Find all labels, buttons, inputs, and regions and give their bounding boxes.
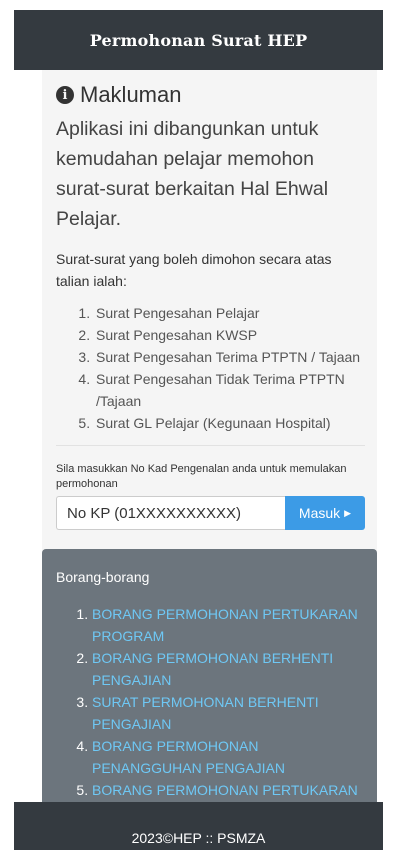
letter-item: Surat Pengesahan Tidak Terima PTPTN /Taj… [94, 368, 365, 412]
caret-right-icon: ▶ [344, 507, 352, 518]
form-link[interactable]: BORANG PERMOHONAN PERTUKARAN PROGRAM [92, 606, 358, 644]
letter-item: Surat Pengesahan Pelajar [94, 302, 365, 324]
masuk-button-label: Masuk [298, 505, 341, 521]
notice-heading-text: Makluman [80, 82, 182, 107]
info-circle-icon: i [56, 86, 74, 104]
letter-item: Surat Pengesahan Terima PTPTN / Tajaan [94, 346, 365, 368]
notice-lead: Aplikasi ini dibangunkan untuk kemudahan… [56, 118, 329, 230]
form-link[interactable]: BORANG PERMOHONAN PERTUKARAN [92, 782, 358, 798]
form-link[interactable]: BORANG PERMOHONAN PENANGGUHAN PENGAJIAN [92, 738, 285, 776]
form-link[interactable]: SURAT PERMOHONAN BERHENTI PENGAJIAN [92, 694, 319, 732]
masuk-button[interactable]: Masuk ▶ [285, 496, 365, 530]
login-form: Masuk ▶ [56, 496, 365, 530]
letters-list: Surat Pengesahan Pelajar Surat Pengesaha… [56, 302, 365, 434]
form-list-item: SURAT PERMOHONAN BERHENTI PENGAJIAN [92, 691, 363, 735]
app-footer: 2023©HEP :: PSMZA [14, 802, 383, 850]
divider [56, 445, 365, 446]
login-prompt: Sila masukkan No Kad Pengenalan anda unt… [56, 463, 347, 490]
notice-heading: i Makluman [56, 82, 365, 108]
ic-number-input[interactable] [56, 496, 285, 530]
main-content: i Makluman Aplikasi ini dibangunkan untu… [42, 70, 377, 802]
footer-text: 2023©HEP :: PSMZA [131, 830, 266, 846]
form-list-item: BORANG PERMOHONAN PERTUKARAN [92, 779, 363, 801]
form-list-item: BORANG PERMOHONAN PENANGGUHAN PENGAJIAN [92, 735, 363, 779]
forms-title: Borang-borang [56, 569, 150, 585]
letter-item: Surat GL Pelajar (Kegunaan Hospital) [94, 412, 365, 434]
forms-card: Borang-borang BORANG PERMOHONAN PERTUKAR… [42, 549, 377, 802]
forms-list: BORANG PERMOHONAN PERTUKARAN PROGRAM BOR… [56, 603, 363, 801]
letters-subtitle: Surat-surat yang boleh dimohon secara at… [56, 251, 332, 289]
page-title: Permohonan Surat HEP [89, 30, 308, 50]
letter-item: Surat Pengesahan KWSP [94, 324, 365, 346]
form-list-item: BORANG PERMOHONAN PERTUKARAN PROGRAM [92, 603, 363, 647]
form-link[interactable]: BORANG PERMOHONAN BERHENTI PENGAJIAN [92, 650, 333, 688]
app-header: Permohonan Surat HEP [14, 10, 383, 70]
form-list-item: BORANG PERMOHONAN BERHENTI PENGAJIAN [92, 647, 363, 691]
